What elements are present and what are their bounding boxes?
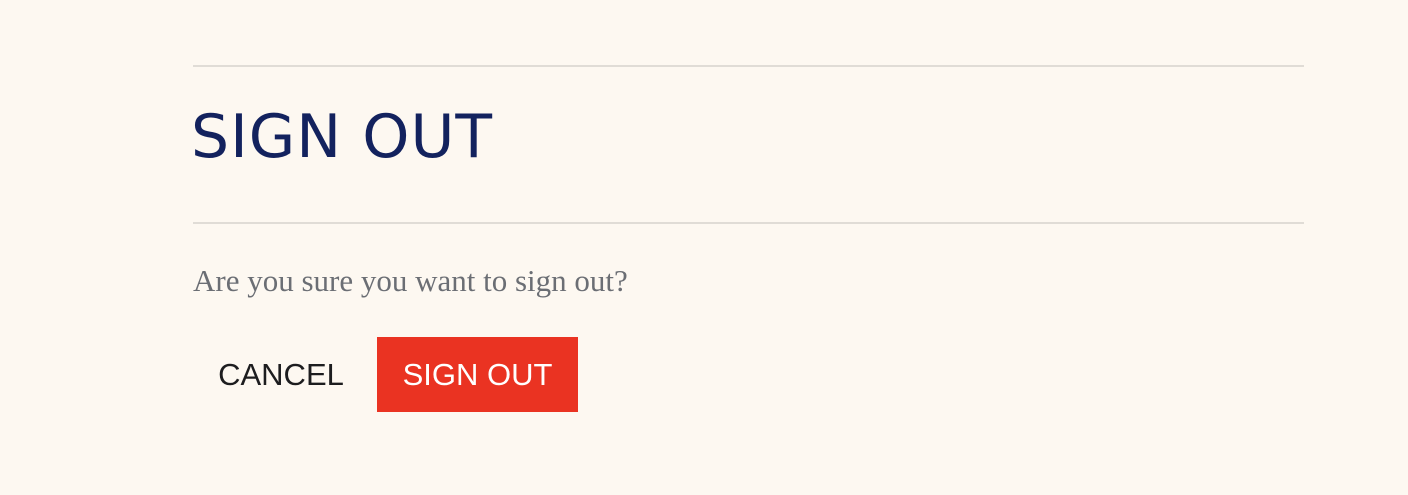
page-title: SIGN OUT (191, 102, 494, 172)
confirmation-message: Are you sure you want to sign out? (193, 263, 628, 298)
title-divider (193, 222, 1304, 224)
cancel-button[interactable]: CANCEL (193, 337, 369, 412)
top-divider (193, 65, 1304, 67)
dialog-actions: CANCEL SIGN OUT (193, 337, 578, 412)
sign-out-button[interactable]: SIGN OUT (377, 337, 578, 412)
